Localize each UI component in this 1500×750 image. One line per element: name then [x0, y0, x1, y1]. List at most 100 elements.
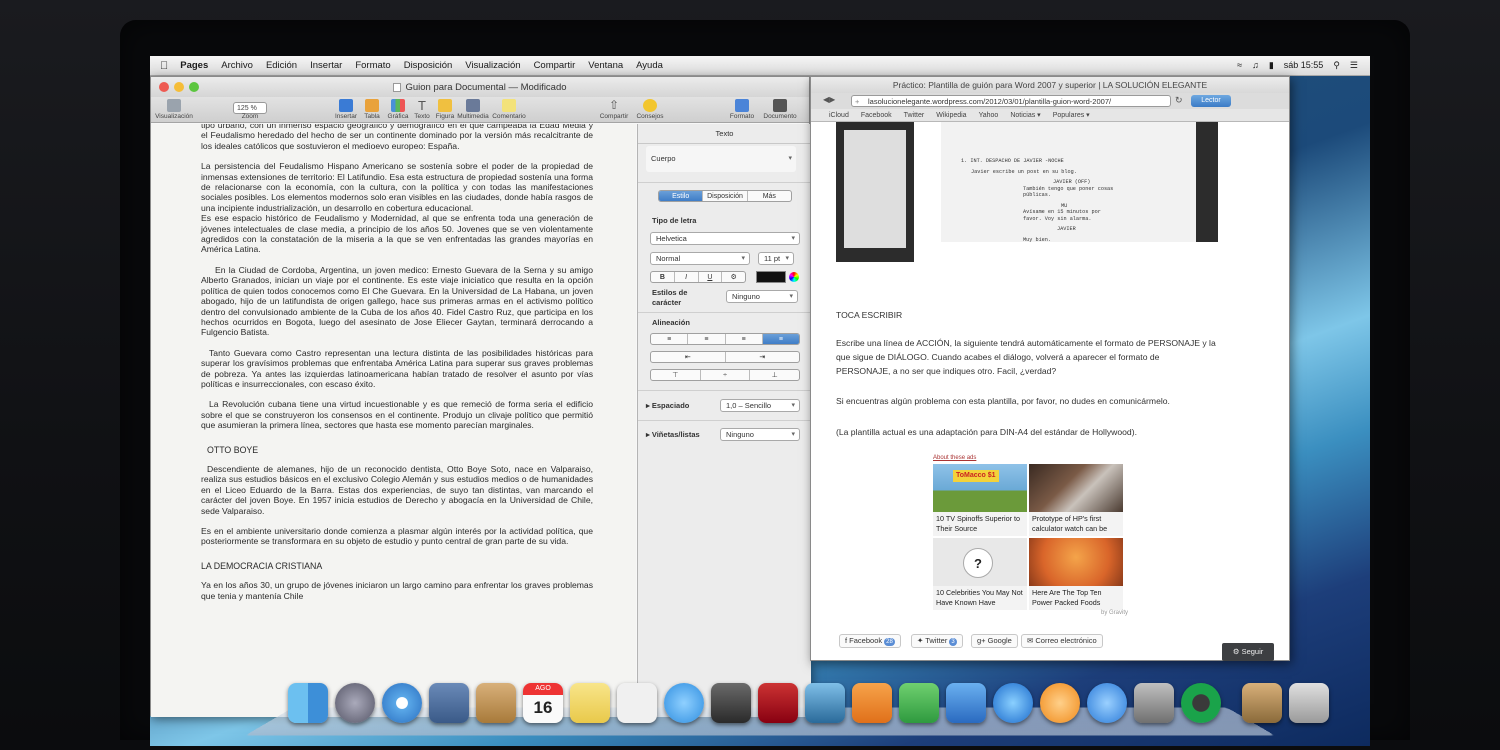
follow-button[interactable]: ⚙ Seguir [1222, 643, 1274, 661]
bold-button[interactable]: B [651, 272, 675, 282]
favorite-link[interactable]: Populares ▾ [1053, 109, 1090, 121]
favorite-link[interactable]: Wikipedia [936, 109, 966, 121]
share-google-button[interactable]: g+ Google [971, 634, 1018, 648]
tab-estilo[interactable]: Estilo [659, 191, 704, 201]
favorite-link[interactable]: Yahoo [979, 109, 999, 121]
text-options-gear-icon[interactable]: ⚙ [722, 272, 745, 282]
facetime-icon[interactable] [711, 683, 751, 723]
spacing-select[interactable]: 1,0 – Sencillo [720, 399, 800, 412]
launchpad-icon[interactable] [335, 683, 375, 723]
comment-button[interactable]: Comentario [492, 99, 526, 120]
ad-tile[interactable]: ToMacco $1 10 TV Spinoffs Superior to Th… [933, 464, 1027, 536]
tips-button[interactable]: Consejos [633, 99, 667, 120]
downloads-icon[interactable] [1242, 683, 1282, 723]
numbers-icon[interactable] [899, 683, 939, 723]
document-body[interactable]: tipo urbano, con un inmenso espacio geog… [201, 124, 593, 611]
media-button[interactable]: Multimedia [456, 99, 490, 120]
calendar-icon[interactable]: AGO 16 [523, 683, 563, 723]
menu-disposicion[interactable]: Disposición [404, 60, 453, 71]
favorite-link[interactable]: iCloud [829, 109, 849, 121]
favorite-link[interactable]: Twitter [904, 109, 925, 121]
font-family-select[interactable]: Helvetica [650, 232, 800, 245]
menu-compartir[interactable]: Compartir [534, 60, 576, 71]
menu-ayuda[interactable]: Ayuda [636, 60, 663, 71]
zoom-button[interactable] [189, 82, 199, 92]
close-button[interactable] [159, 82, 169, 92]
wifi-icon[interactable]: ≈ [1237, 60, 1242, 71]
menu-app-name[interactable]: Pages [180, 60, 208, 71]
spotlight-icon[interactable]: ⚲ [1333, 60, 1340, 71]
align-center-icon[interactable]: ≡ [688, 334, 726, 344]
address-bar[interactable]: + lasolucionelegante.wordpress.com/2012/… [851, 95, 1171, 107]
share-button[interactable]: ⇧ Compartir [597, 99, 631, 121]
messages-icon[interactable] [664, 683, 704, 723]
font-weight-select[interactable]: Normal [650, 252, 750, 265]
document-button[interactable]: Documento [763, 99, 797, 120]
menu-formato[interactable]: Formato [355, 60, 390, 71]
reader-button[interactable]: Lector [1191, 95, 1231, 107]
spacing-disclosure[interactable]: ▸ Espaciado [646, 401, 689, 410]
photo-booth-icon[interactable] [758, 683, 798, 723]
favorite-link[interactable]: Facebook [861, 109, 892, 121]
app-store-icon[interactable] [1087, 683, 1127, 723]
ad-tile[interactable]: Prototype of HP's first calculator watch… [1029, 464, 1123, 536]
ad-tile[interactable]: Here Are The Top Ten Power Packed Foods [1029, 538, 1123, 610]
back-forward-icon[interactable]: ◀▶ [823, 95, 835, 104]
color-wheel-icon[interactable] [789, 272, 799, 282]
view-button[interactable]: Visualización [155, 99, 193, 120]
ad-tile[interactable]: ? 10 Celebrities You May Not Have Known … [933, 538, 1027, 610]
apple-menu-icon[interactable]:  [160, 60, 168, 72]
ibooks-icon[interactable] [1040, 683, 1080, 723]
share-email-button[interactable]: ✉ Correo electrónico [1021, 634, 1103, 648]
notification-center-icon[interactable]: ☰ [1350, 60, 1358, 71]
itunes-icon[interactable] [993, 683, 1033, 723]
finder-icon[interactable] [288, 683, 328, 723]
keynote-icon[interactable] [946, 683, 986, 723]
menu-edicion[interactable]: Edición [266, 60, 297, 71]
menu-visualizacion[interactable]: Visualización [465, 60, 520, 71]
format-button[interactable]: Formato [725, 99, 759, 120]
char-style-select[interactable]: Ninguno [726, 290, 798, 303]
ads-link[interactable]: About these ads [933, 455, 976, 461]
paragraph-style-select[interactable]: Cuerpo [646, 146, 796, 172]
align-middle-icon[interactable]: ÷ [701, 370, 751, 380]
share-facebook-button[interactable]: f Facebook 28 [839, 634, 901, 648]
share-twitter-button[interactable]: ✦ Twitter 3 [911, 634, 963, 648]
minimize-button[interactable] [174, 82, 184, 92]
menu-ventana[interactable]: Ventana [588, 60, 623, 71]
clock[interactable]: sáb 15:55 [1284, 60, 1324, 71]
italic-button[interactable]: I [675, 272, 699, 282]
align-justify-icon[interactable]: ≡ [762, 334, 799, 344]
add-bookmark-icon[interactable]: + [855, 96, 859, 106]
font-size-field[interactable]: 11 pt [758, 252, 794, 265]
align-right-icon[interactable]: ≡ [726, 334, 763, 344]
decrease-indent-icon[interactable]: ⇤ [651, 352, 726, 362]
iphoto-icon[interactable] [805, 683, 845, 723]
favorite-link[interactable]: Noticias ▾ [1010, 109, 1040, 121]
align-left-icon[interactable]: ≡ [651, 334, 689, 344]
spotify-icon[interactable] [1181, 683, 1221, 723]
contacts-icon[interactable] [476, 683, 516, 723]
bullets-select[interactable]: Ninguno [720, 428, 800, 441]
system-preferences-icon[interactable] [1134, 683, 1174, 723]
trash-icon[interactable] [1289, 683, 1329, 723]
safari-icon[interactable] [382, 683, 422, 723]
reload-icon[interactable]: ↻ [1175, 95, 1183, 106]
text-color-well[interactable] [756, 271, 786, 283]
increase-indent-icon[interactable]: ⇥ [726, 352, 800, 362]
align-bottom-icon[interactable]: ⊥ [750, 370, 799, 380]
menu-archivo[interactable]: Archivo [221, 60, 253, 71]
battery-icon[interactable]: ▮ [1269, 60, 1274, 71]
align-top-icon[interactable]: ⊤ [651, 370, 701, 380]
tab-disposicion[interactable]: Disposición [703, 191, 748, 201]
reminders-icon[interactable] [617, 683, 657, 723]
bullets-disclosure[interactable]: ▸ Viñetas/listas [646, 430, 700, 439]
preview-icon[interactable] [429, 683, 469, 723]
volume-icon[interactable]: ♫ [1252, 60, 1259, 71]
menu-insertar[interactable]: Insertar [310, 60, 342, 71]
tab-mas[interactable]: Más [748, 191, 791, 201]
underline-button[interactable]: U [699, 272, 723, 282]
notes-icon[interactable] [570, 683, 610, 723]
document-canvas[interactable]: tipo urbano, con un inmenso espacio geog… [151, 124, 636, 717]
pages-icon[interactable] [852, 683, 892, 723]
